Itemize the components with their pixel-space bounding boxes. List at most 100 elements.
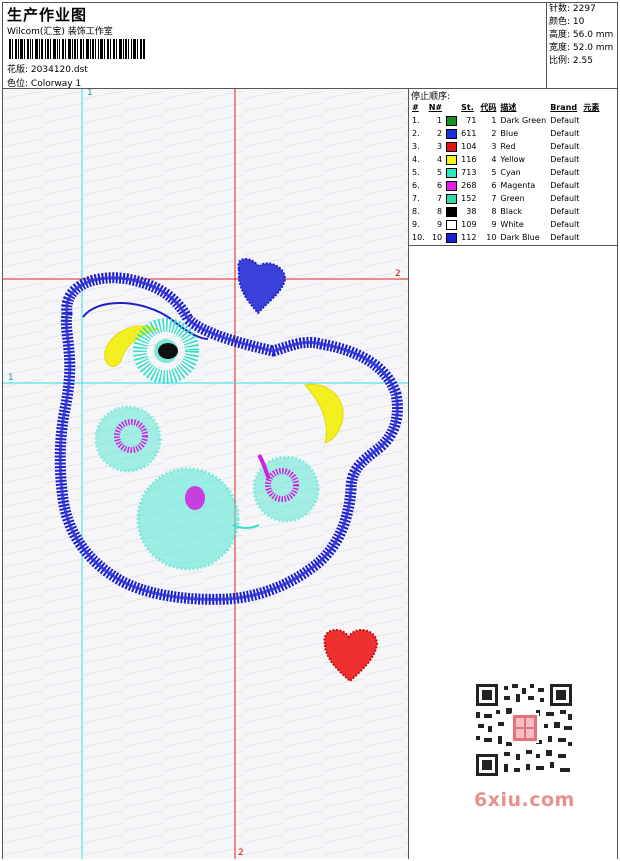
table-row: 3. 3 104 3 Red Default [410,140,601,153]
row-stitches: 109 [461,220,477,229]
table-row: 9. 9 109 9 White Default [410,218,601,231]
row-element [581,179,601,192]
row-code: 3 [491,142,497,151]
guide-label-h2: 2 [395,269,401,279]
row-code: 10 [486,233,497,242]
design-canvas[interactable]: 1 2 2 1 [3,89,409,859]
row-element [581,127,601,140]
row-stitches: 611 [461,129,477,138]
table-row: 8. 8 38 8 Black Default [410,205,601,218]
barcode [9,39,145,59]
row-brand: Default [550,233,580,242]
row-swatch [444,192,459,205]
row-swatch [444,231,459,244]
row-description: Blue [500,129,519,138]
row-index: 6. [412,181,420,190]
row-stitches: 152 [461,194,477,203]
color-swatch [446,193,458,204]
row-index: 10. [412,233,425,242]
design-width: 宽度: 52.0 mm [549,43,614,53]
table-row: 4. 4 116 4 Yellow Default [410,153,601,166]
table-row: 1. 1 71 1 Dark Green Default [410,114,601,127]
row-needle: 5 [437,168,443,177]
row-needle: 7 [437,194,443,203]
row-code: 1 [491,116,497,125]
row-needle: 9 [437,220,443,229]
row-swatch [444,153,459,166]
color-swatch [446,141,458,152]
row-element [581,231,601,244]
row-element [581,140,601,153]
row-brand: Default [550,168,580,177]
cheek-left [94,405,162,473]
col-brand: Brand [550,103,578,112]
row-element [581,192,601,205]
row-index: 7. [412,194,420,203]
guide-label-v1: 1 [87,89,93,98]
row-stitches: 38 [466,207,477,216]
stitch-count: 针数: 2297 [549,4,596,14]
col-element: 元素 [583,103,600,112]
row-description: Black [500,207,523,216]
row-brand: Default [550,194,580,203]
row-needle: 3 [437,142,443,151]
row-index: 5. [412,168,420,177]
row-stitches: 112 [461,233,477,242]
row-index: 3. [412,142,420,151]
row-brand: Default [550,142,580,151]
table-row: 5. 5 713 5 Cyan Default [410,166,601,179]
row-stitches: 71 [466,116,477,125]
muzzle [136,467,240,571]
row-needle: 8 [437,207,443,216]
row-description: Red [500,142,516,151]
guide-label-h1: 1 [8,373,14,383]
row-code: 7 [491,194,497,203]
row-swatch [444,205,459,218]
row-description: Yellow [500,155,526,164]
row-code: 6 [491,181,497,190]
row-stitches: 268 [461,181,477,190]
row-swatch [444,114,459,127]
color-swatch [446,219,458,230]
row-code: 9 [491,220,497,229]
row-swatch [444,218,459,231]
row-brand: Default [550,207,580,216]
row-swatch [444,140,459,153]
pattern-label: 花版: [7,65,29,75]
row-description: Dark Green [500,116,547,125]
row-brand: Default [550,116,580,125]
sidebar-divider [409,245,617,246]
row-description: Magenta [500,181,536,190]
row-description: Green [500,194,525,203]
design-scale: 比例: 2.55 [549,56,593,66]
qr-code [470,680,578,780]
col-stitches: St. [461,103,474,112]
row-brand: Default [550,220,580,229]
row-brand: Default [550,155,580,164]
pattern-line: 花版: 2034120.dst [7,62,88,75]
color-swatch [446,167,458,178]
row-code: 4 [491,155,497,164]
row-element [581,205,601,218]
row-index: 9. [412,220,420,229]
color-count: 颜色: 10 [549,17,585,27]
table-header-row: # N# St. 代码 描述 Brand 元素 [410,101,601,114]
row-description: Cyan [500,168,521,177]
color-swatch [446,154,458,165]
row-needle: 6 [437,181,443,190]
guide-label-v2: 2 [238,848,244,858]
table-row: 2. 2 611 2 Blue Default [410,127,601,140]
row-code: 5 [491,168,497,177]
row-index: 2. [412,129,420,138]
row-stitches: 116 [461,155,477,164]
studio-name: Wilcom(汇宝) 装饰工作室 [7,27,113,37]
row-index: 4. [412,155,420,164]
row-element [581,166,601,179]
row-stitches: 104 [461,142,477,151]
row-swatch [444,166,459,179]
table-row: 7. 7 152 7 Green Default [410,192,601,205]
row-needle: 4 [437,155,443,164]
row-needle: 10 [431,233,443,242]
row-element [581,153,601,166]
row-stitches: 713 [461,168,477,177]
